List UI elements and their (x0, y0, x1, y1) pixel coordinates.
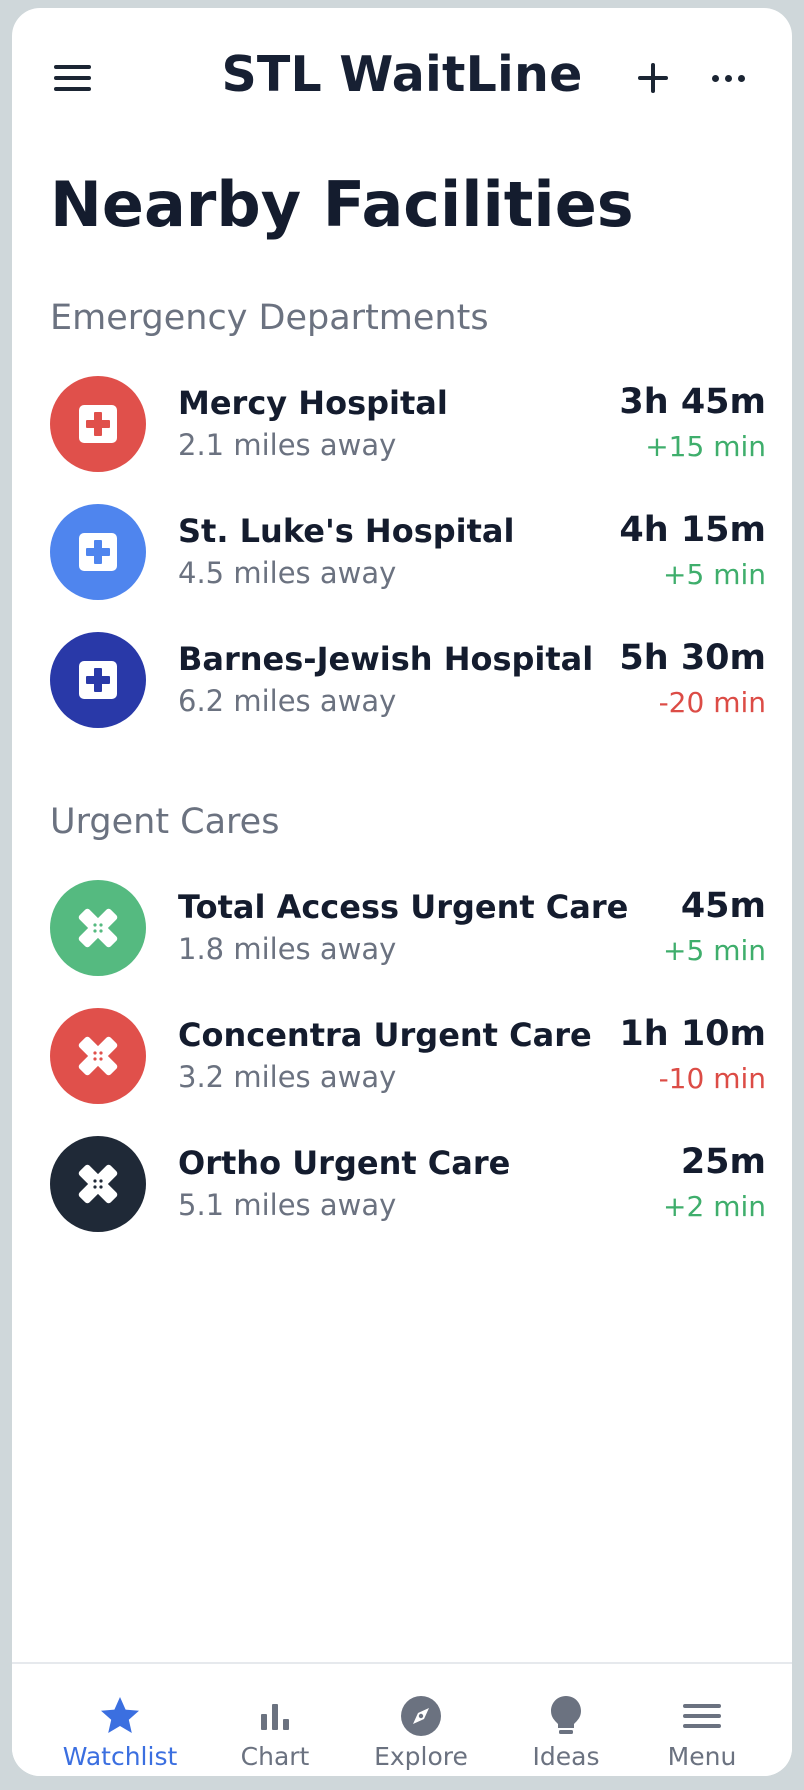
app-screen: STL WaitLine Nearby Facilities Emergency… (12, 8, 792, 1776)
facility-distance: 4.5 miles away (178, 556, 397, 590)
facility-row-ortho[interactable]: Ortho Urgent Care 5.1 miles away 25m +2 … (50, 1136, 766, 1236)
bottom-navigation: Watchlist Chart Explore Ideas Menu (12, 1662, 792, 1776)
facility-distance: 3.2 miles away (178, 1060, 397, 1094)
section-title-emergency: Emergency Departments (50, 298, 489, 338)
facility-name: St. Luke's Hospital (178, 512, 515, 550)
nav-menu[interactable]: Menu (632, 1664, 772, 1776)
app-title: STL WaitLine (221, 46, 583, 103)
star-icon (101, 1697, 139, 1733)
wait-time: 45m (680, 886, 766, 926)
nav-explore[interactable]: Explore (351, 1664, 491, 1776)
facility-name: Barnes-Jewish Hospital (178, 640, 594, 678)
wait-change: -20 min (658, 686, 766, 719)
section-title-urgent-cares: Urgent Cares (50, 802, 280, 842)
facility-distance: 1.8 miles away (178, 932, 397, 966)
bandage-icon (50, 880, 146, 976)
more-options-icon[interactable] (712, 66, 752, 90)
facility-name: Ortho Urgent Care (178, 1144, 511, 1182)
facility-row-st-lukes[interactable]: St. Luke's Hospital 4.5 miles away 4h 15… (50, 504, 766, 604)
top-app-bar: STL WaitLine (12, 8, 792, 148)
facility-distance: 5.1 miles away (178, 1188, 397, 1222)
wait-change: -10 min (658, 1062, 766, 1095)
facility-name: Mercy Hospital (178, 384, 448, 422)
nav-label: Ideas (532, 1742, 600, 1771)
wait-time: 4h 15m (619, 510, 766, 550)
wait-change: +2 min (663, 1190, 766, 1223)
medical-cross-icon (50, 632, 146, 728)
facility-name: Total Access Urgent Care (178, 888, 629, 926)
facility-distance: 2.1 miles away (178, 428, 397, 462)
add-plus-icon[interactable] (634, 58, 674, 98)
nav-watchlist[interactable]: Watchlist (50, 1664, 190, 1776)
wait-change: +5 min (663, 558, 766, 591)
facility-name: Concentra Urgent Care (178, 1016, 592, 1054)
nav-chart[interactable]: Chart (205, 1664, 345, 1776)
facility-row-barnes-jewish[interactable]: Barnes-Jewish Hospital 6.2 miles away 5h… (50, 632, 766, 732)
nav-label: Menu (667, 1742, 737, 1771)
wait-time: 25m (680, 1142, 766, 1182)
compass-icon (401, 1696, 441, 1736)
nav-label: Explore (374, 1742, 468, 1771)
wait-time: 3h 45m (619, 382, 766, 422)
nav-label: Watchlist (62, 1742, 178, 1771)
nav-label: Chart (240, 1742, 310, 1771)
wait-change: +15 min (645, 430, 766, 463)
medical-cross-icon (50, 504, 146, 600)
bandage-icon (50, 1008, 146, 1104)
lightbulb-icon (551, 1696, 581, 1734)
facility-row-total-access[interactable]: Total Access Urgent Care 1.8 miles away … (50, 880, 766, 980)
bar-chart-icon (261, 1704, 289, 1730)
wait-change: +5 min (663, 934, 766, 967)
facility-row-concentra[interactable]: Concentra Urgent Care 3.2 miles away 1h … (50, 1008, 766, 1108)
wait-time: 1h 10m (619, 1014, 766, 1054)
bandage-icon (50, 1136, 146, 1232)
wait-time: 5h 30m (619, 638, 766, 678)
page-title: Nearby Facilities (50, 168, 634, 241)
facility-distance: 6.2 miles away (178, 684, 397, 718)
nav-ideas[interactable]: Ideas (496, 1664, 636, 1776)
medical-cross-icon (50, 376, 146, 472)
facility-row-mercy[interactable]: Mercy Hospital 2.1 miles away 3h 45m +15… (50, 376, 766, 476)
menu-icon (683, 1704, 721, 1728)
